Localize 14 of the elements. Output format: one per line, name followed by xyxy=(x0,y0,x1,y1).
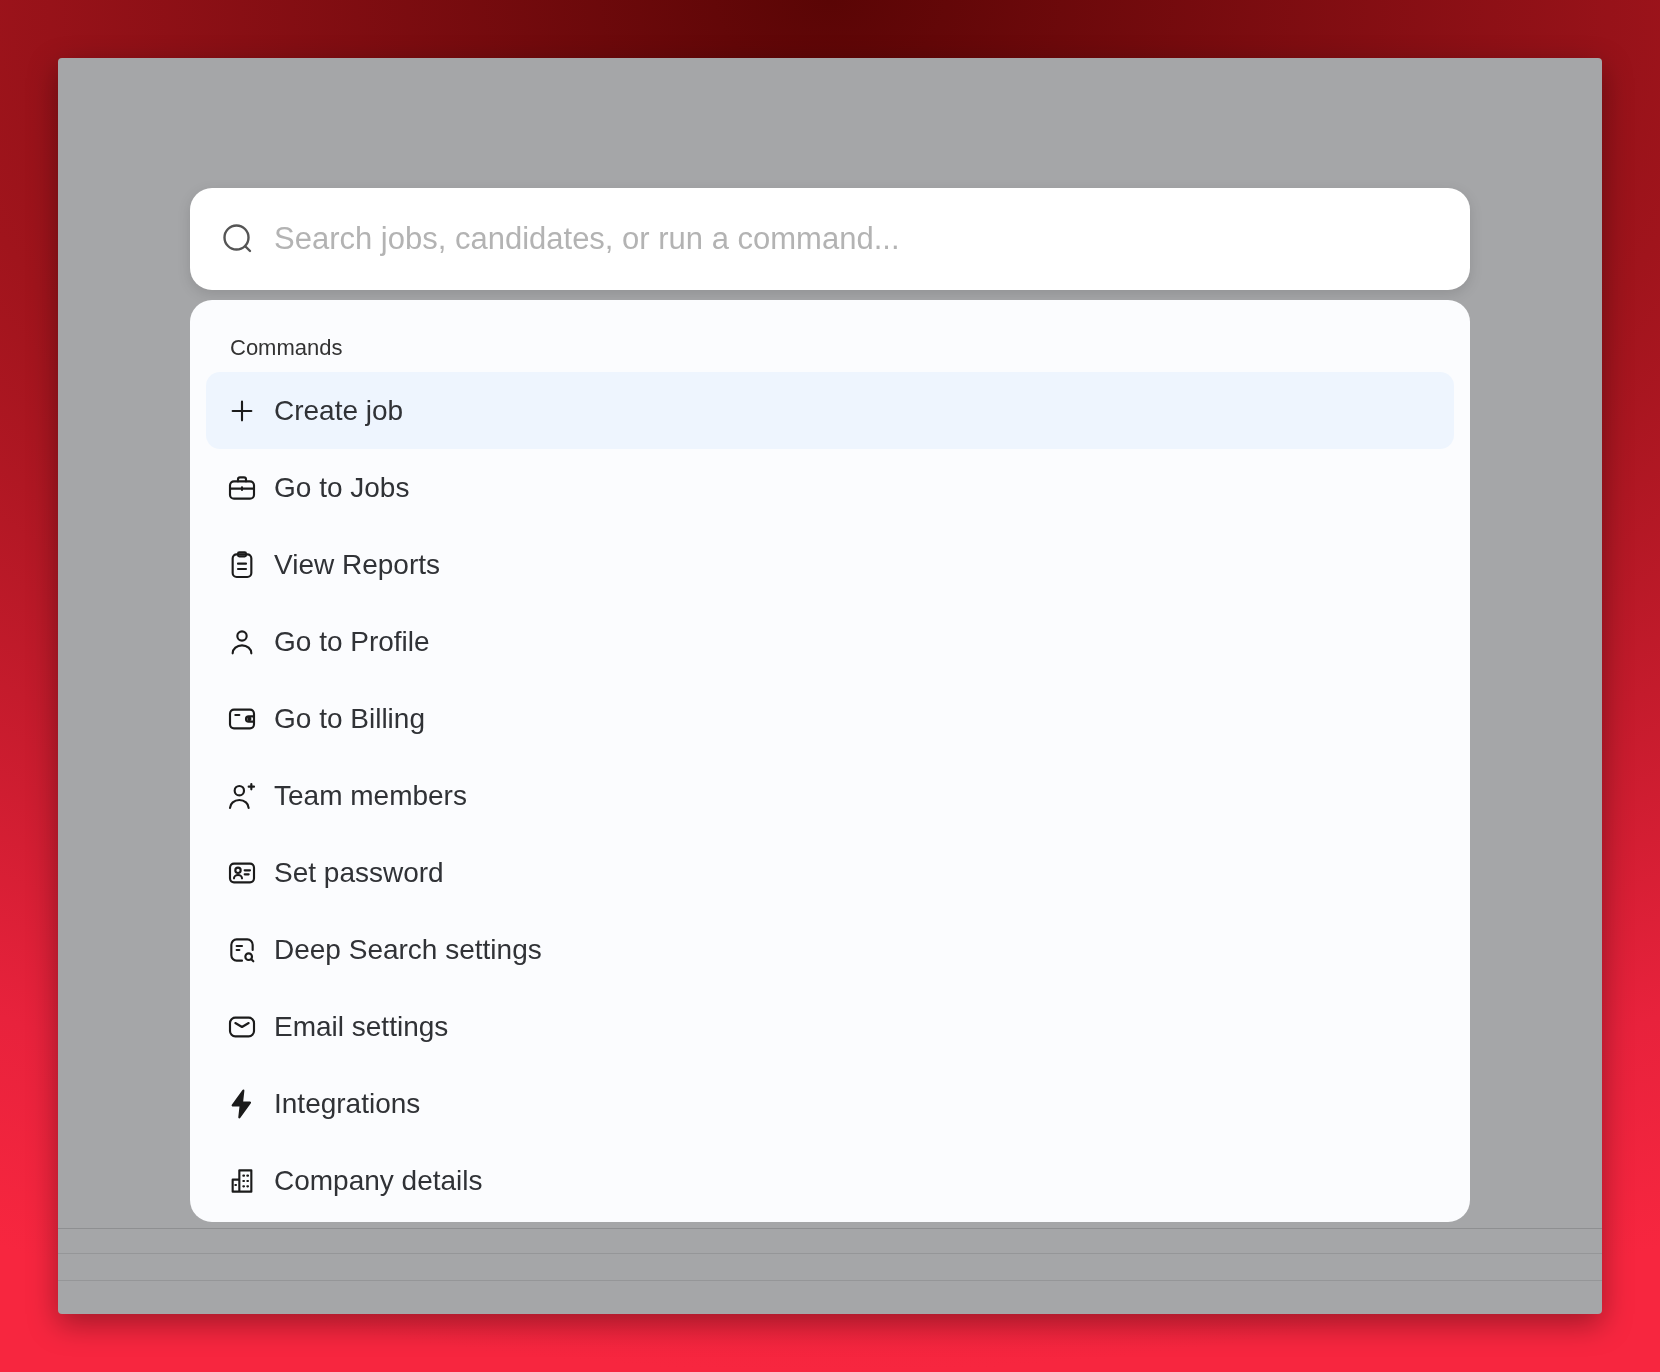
command-item[interactable]: Go to Jobs xyxy=(206,449,1454,526)
command-item[interactable]: Team members xyxy=(206,757,1454,834)
command-item[interactable]: Go to Profile xyxy=(206,603,1454,680)
command-item[interactable]: Company details xyxy=(206,1142,1454,1219)
command-item[interactable]: Go to Billing xyxy=(206,680,1454,757)
command-item[interactable]: View Reports xyxy=(206,526,1454,603)
search-input[interactable]: Search jobs, candidates, or run a command... xyxy=(274,221,1440,257)
section-heading: Commands xyxy=(229,334,343,362)
command-item[interactable]: Set password xyxy=(206,834,1454,911)
command-item[interactable]: Deep Search settings xyxy=(206,911,1454,988)
search-field[interactable]: Search jobs, candidates, or run a command... xyxy=(190,188,1470,290)
command-item[interactable]: Create job xyxy=(206,372,1454,449)
command-item[interactable]: Email settings xyxy=(206,988,1454,1065)
command-item[interactable]: Integrations xyxy=(206,1065,1454,1142)
